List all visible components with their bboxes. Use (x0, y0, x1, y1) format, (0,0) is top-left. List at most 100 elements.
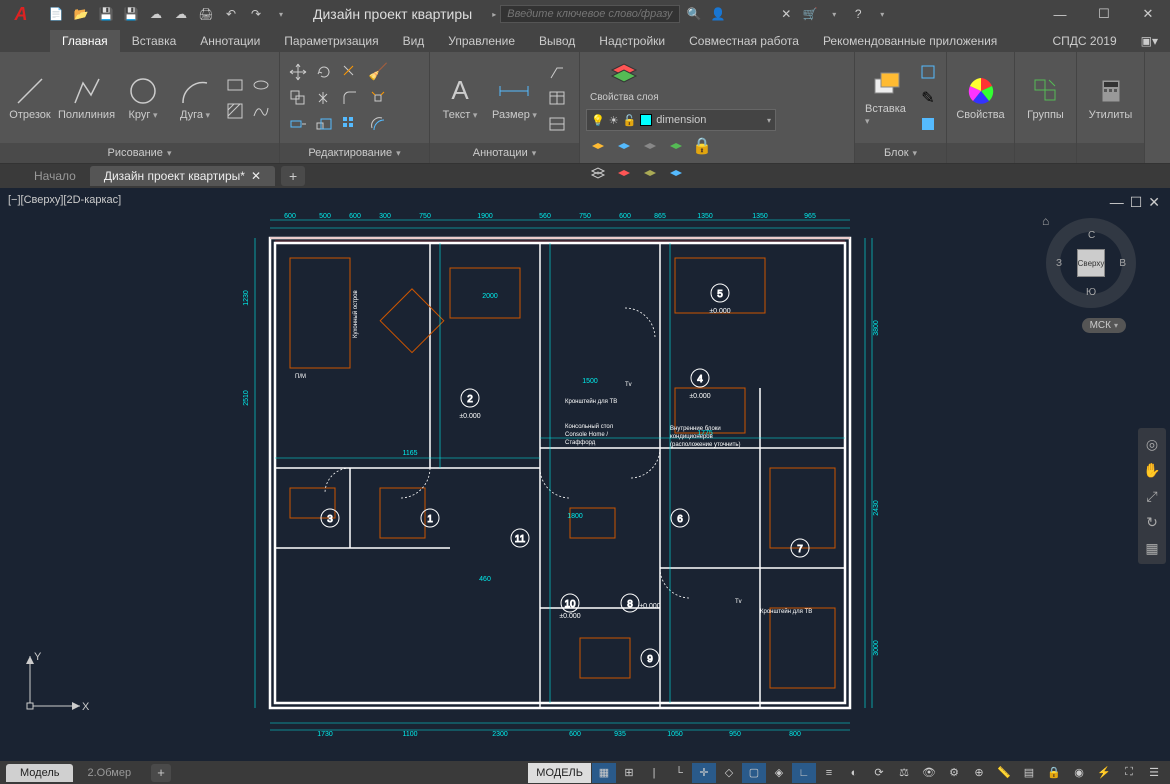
layer-t4-icon[interactable] (664, 134, 688, 158)
layer-t6-icon[interactable] (586, 161, 610, 185)
workspace-button[interactable]: ⚙ (942, 763, 966, 783)
cart-icon[interactable]: 🛒 (800, 4, 820, 24)
utilities-tool[interactable]: Утилиты (1085, 73, 1137, 123)
view-close-icon[interactable]: ✕ (1148, 194, 1160, 211)
tab-view[interactable]: Вид (391, 30, 437, 52)
arc-tool[interactable]: Дуга (171, 73, 219, 123)
panel-draw-title[interactable]: Рисование (0, 143, 279, 163)
new-layout-button[interactable]: + (151, 764, 171, 782)
trim-icon[interactable] (338, 60, 362, 84)
iso-button[interactable]: ◇ (717, 763, 741, 783)
explode-icon[interactable] (366, 86, 390, 110)
undo-icon[interactable]: ↶ (219, 2, 243, 26)
tab-manage[interactable]: Управление (436, 30, 527, 52)
circle-tool[interactable]: Круг (119, 73, 167, 123)
view-max-icon[interactable]: ☐ (1130, 194, 1143, 211)
new-tab-button[interactable]: + (281, 166, 305, 186)
search-input[interactable] (500, 5, 680, 23)
tab-parametric[interactable]: Параметризация (272, 30, 390, 52)
open-icon[interactable]: 📂 (69, 2, 93, 26)
insert-block-tool[interactable]: Вставка (861, 67, 912, 129)
move-icon[interactable] (286, 60, 310, 84)
binoculars-icon[interactable]: 🔍 (684, 4, 704, 24)
signin-icon[interactable]: 👤 (708, 4, 728, 24)
line-tool[interactable]: Отрезок (6, 73, 54, 123)
annoscale-button[interactable]: ⚖ (892, 763, 916, 783)
erase-icon[interactable]: 🧹 (366, 60, 390, 84)
layer-props-tool[interactable]: Свойства слоя (586, 56, 663, 105)
fillet-icon[interactable] (338, 86, 362, 110)
edit-block-icon[interactable]: ✎ (916, 86, 940, 110)
layer-t2-icon[interactable] (612, 134, 636, 158)
layer-t3-icon[interactable] (638, 134, 662, 158)
grid-button[interactable]: ▦ (592, 763, 616, 783)
maximize-button[interactable]: ☐ (1082, 0, 1126, 28)
file-tab-start[interactable]: Начало (20, 166, 90, 186)
help-dropdown-icon[interactable]: ▾ (872, 4, 892, 24)
save-icon[interactable]: 💾 (94, 2, 118, 26)
dimension-tool[interactable]: Размер (488, 73, 541, 123)
polar-button[interactable]: ✛ (692, 763, 716, 783)
cart-dropdown-icon[interactable]: ▾ (824, 4, 844, 24)
compass-e[interactable]: В (1119, 258, 1126, 269)
tab-collaborate[interactable]: Совместная работа (677, 30, 811, 52)
tab-addins[interactable]: Надстройки (587, 30, 677, 52)
stretch-icon[interactable] (286, 112, 310, 136)
lineweight-button[interactable]: ≡ (817, 763, 841, 783)
edit-attr-icon[interactable] (916, 112, 940, 136)
tab-home[interactable]: Главная (50, 30, 120, 52)
compass-s[interactable]: Ю (1086, 287, 1096, 298)
cycling-button[interactable]: ⟳ (867, 763, 891, 783)
hatch-icon[interactable] (223, 99, 247, 123)
properties-tool[interactable]: Свойства (953, 73, 1008, 123)
search-chevron-icon[interactable]: ▸ (492, 10, 496, 19)
compass-n[interactable]: С (1088, 230, 1095, 241)
cleanscreen-button[interactable]: ⛶ (1117, 763, 1141, 783)
otrack-button[interactable]: ∟ (792, 763, 816, 783)
rotate-icon[interactable] (312, 60, 336, 84)
customize-button[interactable]: ☰ (1142, 763, 1166, 783)
annomonitor-button[interactable]: ⊕ (967, 763, 991, 783)
leader-icon[interactable] (545, 60, 569, 84)
ortho-button[interactable]: └ (667, 763, 691, 783)
scale-icon[interactable] (312, 112, 336, 136)
tablestyle-icon[interactable] (545, 112, 569, 136)
exchange-icon[interactable]: ✕ (776, 4, 796, 24)
table-icon[interactable] (545, 86, 569, 110)
polyline-tool[interactable]: Полилиния (58, 73, 115, 123)
mirror-icon[interactable] (312, 86, 336, 110)
plot-icon[interactable]: 🖨 (194, 2, 218, 26)
panel-modify-title[interactable]: Редактирование (280, 143, 429, 163)
panel-annotation-title[interactable]: Аннотации (430, 143, 579, 163)
layer-t5-icon[interactable]: 🔒 (690, 134, 714, 158)
hwacc-button[interactable]: ⚡ (1092, 763, 1116, 783)
tab-annotate[interactable]: Аннотации (188, 30, 272, 52)
layer-t8-icon[interactable] (638, 161, 662, 185)
showmotion-icon[interactable]: ▦ (1142, 538, 1162, 558)
zoom-extents-icon[interactable]: ⤢ (1142, 486, 1162, 506)
units-button[interactable]: 📏 (992, 763, 1016, 783)
spline-icon[interactable] (249, 99, 273, 123)
qat-dropdown-icon[interactable]: ▾ (269, 2, 293, 26)
groups-tool[interactable]: Группы (1022, 73, 1070, 123)
quickprops-button[interactable]: ▤ (1017, 763, 1041, 783)
viewcube[interactable]: ⌂ Сверху С Ю В З (1046, 218, 1136, 308)
wcs-button[interactable]: МСК▾ (1082, 318, 1126, 333)
close-tab-icon[interactable]: ✕ (251, 169, 261, 183)
viewcube-top[interactable]: Сверху (1078, 250, 1104, 276)
redo-icon[interactable]: ↷ (244, 2, 268, 26)
layer-t1-icon[interactable] (586, 134, 610, 158)
model-tab[interactable]: Модель (6, 764, 73, 782)
steering-wheel-icon[interactable]: ◎ (1142, 434, 1162, 454)
offset-icon[interactable] (366, 112, 390, 136)
ellipse-icon[interactable] (249, 73, 273, 97)
ucs-icon[interactable]: X Y (20, 646, 90, 721)
3dosnap-button[interactable]: ◈ (767, 763, 791, 783)
layout-tab-1[interactable]: 2.Обмер (73, 764, 145, 782)
compass-w[interactable]: З (1056, 258, 1062, 269)
annovis-button[interactable]: 👁 (917, 763, 941, 783)
file-tab-drawing[interactable]: Дизайн проект квартиры* ✕ (90, 166, 275, 186)
home-icon[interactable]: ⌂ (1042, 214, 1049, 228)
saveas-icon[interactable]: 💾 (119, 2, 143, 26)
layer-dropdown[interactable]: 💡 ☀ 🔓 dimension ▾ (586, 109, 776, 131)
